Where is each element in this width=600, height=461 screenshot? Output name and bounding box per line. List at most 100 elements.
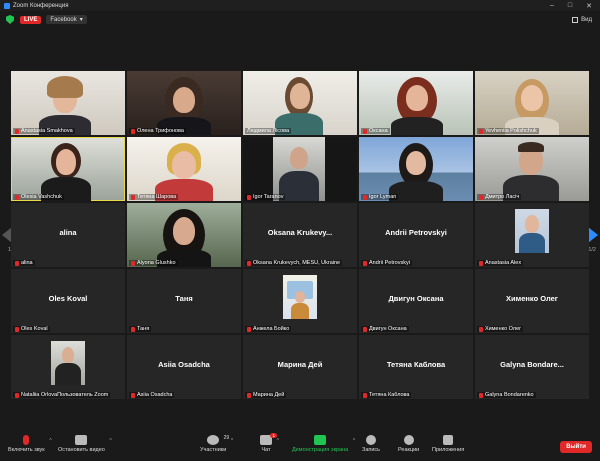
participants-button[interactable]: 29 Участники ^ [200, 435, 233, 453]
window-controls: – □ ✕ [550, 2, 600, 10]
close-icon[interactable]: ✕ [586, 2, 592, 10]
participant-name-label: Таня [129, 326, 152, 332]
participant-tile[interactable]: Людмила Лісова [243, 71, 357, 135]
participant-name-label: Anastasia Alex [477, 260, 524, 266]
leave-button[interactable]: Выйти [560, 441, 592, 453]
participant-tile[interactable]: Марина Дей Марина Дей [243, 335, 357, 399]
participant-display-name: Oles Koval [48, 294, 88, 303]
maximize-icon[interactable]: □ [568, 2, 572, 10]
share-screen-button[interactable]: Демонстрация экрана ^ [292, 435, 355, 453]
participant-tile[interactable]: Igor Lyman [359, 137, 473, 201]
mic-muted-icon [479, 326, 483, 332]
participant-tile[interactable]: alina alina [11, 203, 125, 267]
window-title: Zoom Конференция [13, 2, 69, 9]
participant-name-label: Олена Трифонова [129, 128, 186, 134]
mic-muted-icon [131, 260, 135, 266]
participant-tile[interactable]: Двигун Оксана Двигун Оксана [359, 269, 473, 333]
participant-name-label: alina [13, 260, 35, 266]
participant-tile[interactable]: Oksana Krukevy... Oksana Krukevych, MESU… [243, 203, 357, 267]
participant-name-label: Yevheniia Polishchuk [477, 128, 539, 134]
profile-photo [51, 341, 85, 385]
mic-muted-icon [363, 194, 367, 200]
participant-tile[interactable]: Asiia Osadcha Asiia Osadcha [127, 335, 241, 399]
stop-video-button[interactable]: Остановить видео ^ [58, 435, 112, 453]
mic-muted-icon [15, 326, 19, 332]
mic-off-icon [23, 435, 30, 445]
participants-count: 29 [223, 435, 230, 441]
mic-muted-icon [131, 392, 135, 398]
mic-muted-icon [15, 260, 19, 266]
participant-video [290, 147, 308, 169]
participant-tile[interactable]: Andrii Petrovskyi Andrii Petrovskyi [359, 203, 473, 267]
chevron-up-icon[interactable]: ^ [231, 438, 233, 444]
record-icon [366, 435, 377, 445]
chat-button[interactable]: 1 Чат ^ [260, 433, 279, 453]
participant-tile[interactable]: Igor Taranov [243, 137, 357, 201]
participant-tile[interactable]: Oles Koval Oles Koval [11, 269, 125, 333]
mic-muted-icon [363, 128, 367, 134]
stream-label: Facebook [50, 16, 77, 23]
grid-view-icon [572, 16, 579, 23]
profile-photo [283, 275, 317, 319]
mic-muted-icon [479, 260, 483, 266]
participant-tile[interactable]: Anastasia Smakhova [11, 71, 125, 135]
participant-display-name: Galyna Bondare... [500, 360, 564, 369]
apps-button[interactable]: Приложения [432, 435, 464, 453]
participant-video [521, 85, 543, 111]
participant-tile[interactable]: Дмитро Ласіч [475, 137, 589, 201]
participant-name-label: Olesia Vashchuk [13, 194, 64, 200]
participant-name-label: Anastasia Smakhova [13, 128, 75, 134]
minimize-icon[interactable]: – [550, 2, 554, 10]
live-badge[interactable]: LIVE [20, 15, 42, 24]
participant-tile[interactable]: Galyna Bondare... Galyna Bondarenko [475, 335, 589, 399]
participant-tile-active-speaker[interactable]: Olesia Vashchuk [11, 137, 125, 201]
chevron-up-icon[interactable]: ^ [277, 438, 279, 444]
participant-tile[interactable]: Таня Таня [127, 269, 241, 333]
participant-display-name: alina [59, 228, 77, 237]
participant-name-label: Двигун Оксана [361, 326, 409, 332]
apps-grid-icon [443, 435, 454, 445]
security-shield-icon[interactable] [6, 15, 14, 24]
smiley-icon [403, 435, 414, 445]
chevron-up-icon[interactable]: ^ [49, 438, 51, 444]
participant-name-label: Oksana Krukevych, MESU, Ukraine [245, 260, 343, 266]
participant-tile[interactable]: Анжела Бойко [243, 269, 357, 333]
participant-tile[interactable]: Alyona Glushko [127, 203, 241, 267]
participant-name-label: Andrii Petrovskyi [361, 260, 412, 266]
mic-muted-icon [15, 392, 19, 398]
participant-tile[interactable]: Nataliia OrlovaПользователь Zoom [11, 335, 125, 399]
participant-display-name: Хименко Олег [506, 294, 558, 303]
unmute-button[interactable]: Включить звук ^ [8, 435, 52, 453]
participant-name-label: Тетяна Каблова [361, 392, 412, 398]
participant-tile[interactable]: Тетяна Каблова Тетяна Каблова [359, 335, 473, 399]
video-camera-icon [75, 435, 88, 445]
participant-tile[interactable]: Тетяна Шарова [127, 137, 241, 201]
participant-name-label: Igor Taranov [245, 194, 286, 200]
participant-name-label: Alyona Glushko [129, 260, 178, 266]
stream-dropdown[interactable]: Facebook ▾ [46, 15, 87, 24]
page-indicator-right: 1/2 [588, 247, 596, 253]
next-page-button[interactable] [588, 227, 598, 243]
mic-muted-icon [131, 326, 135, 332]
view-button[interactable]: Вид [572, 16, 592, 23]
participant-display-name: Andrii Petrovskyi [385, 228, 447, 237]
participant-tile[interactable]: Олена Трифонова [127, 71, 241, 135]
participant-name-label: Людмила Лісова [245, 128, 292, 134]
reactions-button[interactable]: Реакции [398, 435, 419, 453]
participant-tile[interactable]: Оксана [359, 71, 473, 135]
participant-video [406, 151, 426, 175]
meeting-topbar: LIVE Facebook ▾ Вид [0, 11, 600, 28]
chevron-up-icon[interactable]: ^ [353, 438, 355, 444]
mic-muted-icon [131, 194, 135, 200]
participant-tile[interactable]: Anastasia Alex [475, 203, 589, 267]
participant-name-label: Дмитро Ласіч [477, 194, 522, 200]
participant-video [173, 217, 195, 245]
participant-tile[interactable]: Yevheniia Polishchuk [475, 71, 589, 135]
participant-name-label: Хименко Олег [477, 326, 524, 332]
chevron-up-icon[interactable]: ^ [110, 438, 112, 444]
participant-tile[interactable]: Хименко Олег Хименко Олег [475, 269, 589, 333]
mic-muted-icon [15, 128, 19, 134]
participant-gallery: Anastasia Smakhova Олена Трифонова Людми… [11, 71, 589, 403]
participant-name-label: Asiia Osadcha [129, 392, 175, 398]
record-button[interactable]: Запись [362, 435, 380, 453]
